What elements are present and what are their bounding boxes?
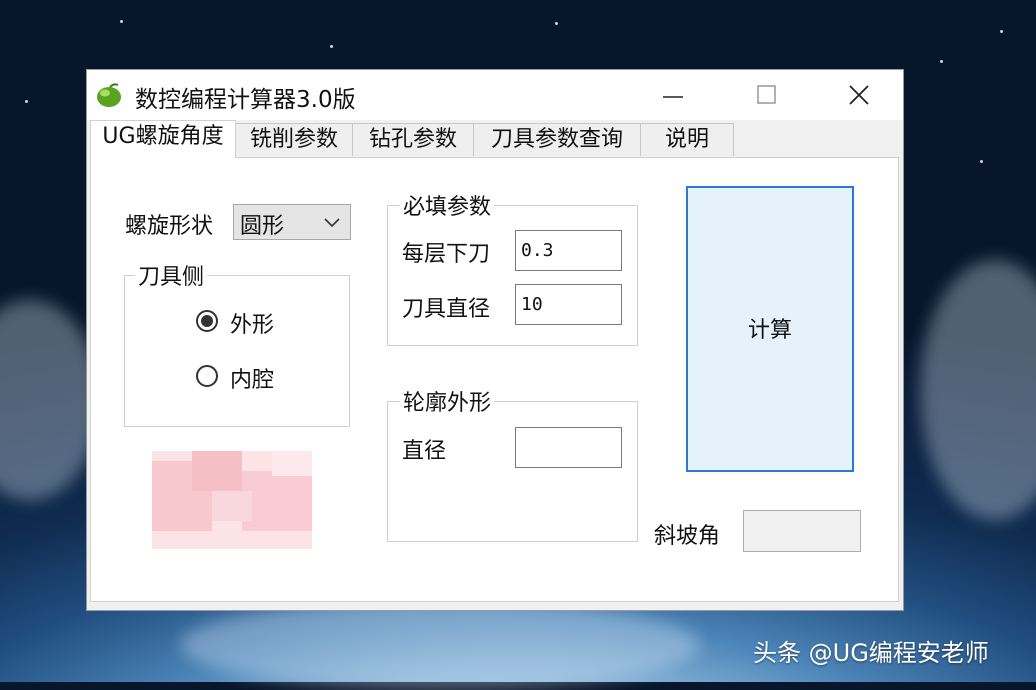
step-down-input[interactable] [515, 230, 622, 271]
close-button[interactable] [829, 76, 889, 114]
tab-tool-param-query[interactable]: 刀具参数查询 [473, 123, 641, 156]
maximize-icon [757, 85, 776, 104]
tab-instructions[interactable]: 说明 [640, 123, 734, 156]
tool-side-group [124, 275, 350, 427]
step-down-label: 每层下刀 [402, 242, 491, 267]
calculate-button-label: 计算 [747, 318, 792, 343]
minimize-icon [663, 96, 683, 98]
tool-diameter-input[interactable] [515, 284, 622, 325]
radio-outer-contour-label[interactable]: 外形 [230, 307, 274, 339]
title-bar: 数控编程计算器3.0版 [87, 70, 903, 120]
ramp-angle-output [743, 510, 861, 552]
window-title: 数控编程计算器3.0版 [135, 87, 356, 113]
radio-inner-cavity-label[interactable]: 内腔 [230, 362, 274, 394]
contour-diameter-label: 直径 [402, 439, 447, 464]
close-icon [849, 85, 869, 105]
tab-milling-params[interactable]: 铣削参数 [235, 123, 353, 156]
pixelated-image [152, 451, 312, 549]
tab-strip: UG螺旋角度 铣削参数 钻孔参数 刀具参数查询 说明 [87, 120, 903, 158]
tool-diameter-label: 刀具直径 [402, 297, 491, 322]
radio-inner-cavity[interactable] [196, 365, 218, 387]
radio-outer-contour[interactable] [196, 310, 218, 332]
minimize-button[interactable] [643, 76, 703, 114]
calculate-button[interactable]: 计算 [686, 186, 854, 472]
chevron-down-icon [324, 218, 340, 228]
maximize-button[interactable] [737, 76, 797, 114]
tool-side-title: 刀具侧 [135, 259, 208, 291]
watermark-text: 头条 @UG编程安老师 [753, 639, 989, 667]
contour-group [387, 401, 638, 542]
ramp-angle-label: 斜坡角 [654, 524, 721, 549]
tab-ug-helix-angle[interactable]: UG螺旋角度 [90, 120, 236, 158]
app-window: 数控编程计算器3.0版 UG螺旋角度 铣削参数 钻孔参数 刀具参数查询 说明 螺… [86, 69, 904, 611]
tab-drilling-params[interactable]: 钻孔参数 [352, 123, 474, 156]
contour-diameter-input[interactable] [515, 427, 622, 468]
required-params-title: 必填参数 [400, 189, 495, 221]
contour-title: 轮廓外形 [400, 385, 495, 417]
helix-shape-value: 圆形 [240, 214, 285, 239]
helix-shape-select[interactable]: 圆形 [233, 204, 351, 240]
app-logo-icon [97, 83, 121, 107]
helix-shape-label: 螺旋形状 [125, 214, 214, 239]
